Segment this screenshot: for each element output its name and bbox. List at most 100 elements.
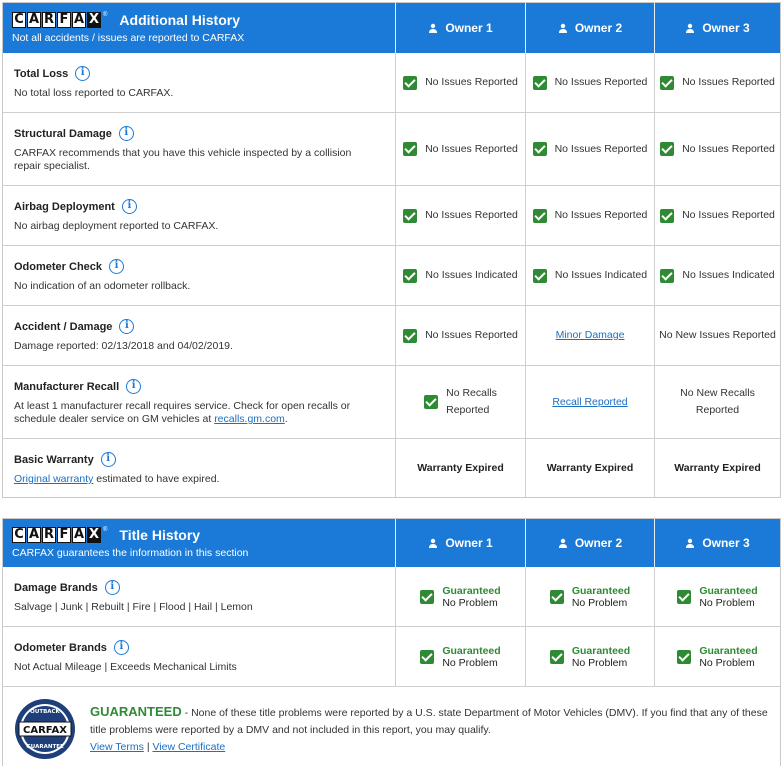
status-text: No Issues Indicated bbox=[682, 269, 775, 281]
status-text: No Issues Reported bbox=[425, 209, 518, 221]
guaranteed-status: Guaranteed No Problem bbox=[442, 644, 501, 669]
table-row-airbag-deployment: Airbag Deployment i No airbag deployment … bbox=[3, 186, 780, 246]
info-icon[interactable]: i bbox=[118, 126, 134, 141]
check-icon bbox=[403, 142, 418, 156]
check-icon bbox=[677, 649, 692, 664]
check-icon bbox=[677, 589, 692, 604]
guaranteed-status: Guaranteed No Problem bbox=[571, 644, 631, 669]
status-text: Warranty Expired bbox=[546, 461, 634, 474]
row-description: Damage reported: 02/13/2018 and 04/02/20… bbox=[14, 340, 233, 352]
info-icon[interactable]: i bbox=[75, 66, 91, 81]
carfax-logo: C A R F A X ® bbox=[12, 12, 107, 28]
carfax-logo: C A R F A X ® bbox=[12, 527, 107, 543]
row-description: Original warranty estimated to have expi… bbox=[14, 473, 220, 485]
title-history-table: C A R F A X ® Title History CARFAX guarantees … bbox=[2, 518, 781, 766]
row-label: Airbag Deployment bbox=[14, 200, 115, 213]
info-icon[interactable]: i bbox=[104, 580, 120, 595]
status-text: No Issues Reported bbox=[425, 329, 518, 341]
title-history-header: C A R F A X ® Title History CARFAX guarantees … bbox=[3, 519, 780, 567]
row-label: Manufacturer Recall bbox=[14, 380, 120, 393]
row-label: Accident / Damage bbox=[14, 320, 113, 333]
table-row-damage-brands: Damage Brands i Salvage | Junk | Rebuilt … bbox=[3, 567, 780, 627]
owner-3-header: Owner 3 bbox=[654, 519, 780, 567]
guarantee-footer: CARFAX OUTBACK GUARANTEE GUARANTEED - No… bbox=[3, 687, 780, 767]
status-text: No Issues Indicated bbox=[425, 269, 518, 281]
info-icon[interactable]: i bbox=[126, 379, 142, 394]
owner-2-header: Owner 2 bbox=[525, 519, 654, 567]
check-icon bbox=[549, 589, 564, 604]
info-icon[interactable]: i bbox=[121, 199, 137, 214]
check-icon bbox=[420, 589, 435, 604]
recalls-gm-link[interactable]: recalls.gm.com bbox=[214, 413, 285, 425]
row-label: Total Loss bbox=[14, 67, 69, 80]
view-terms-link[interactable]: View Terms bbox=[90, 741, 144, 753]
guaranteed-status: Guaranteed No Problem bbox=[442, 584, 501, 609]
status-text: No Issues Reported bbox=[425, 142, 518, 155]
row-description: CARFAX recommends that you have this veh… bbox=[14, 147, 352, 172]
check-icon bbox=[532, 208, 547, 223]
check-icon bbox=[660, 142, 675, 156]
owner-2-header: Owner 2 bbox=[525, 3, 654, 53]
guaranteed-heading: GUARANTEED bbox=[90, 704, 182, 719]
info-icon[interactable]: i bbox=[100, 452, 116, 467]
status-text: No New Issues Reported bbox=[659, 329, 776, 341]
owner-1-header: Owner 1 bbox=[395, 3, 525, 53]
table-row-total-loss: Total Loss i No total loss reported to CA… bbox=[3, 53, 780, 113]
row-label: Damage Brands bbox=[14, 581, 98, 594]
row-description: Salvage | Junk | Rebuilt | Fire | Flood … bbox=[14, 601, 253, 613]
view-certificate-link[interactable]: View Certificate bbox=[152, 741, 225, 753]
info-icon[interactable]: i bbox=[109, 259, 125, 274]
check-icon bbox=[420, 649, 435, 664]
section-title: Additional History bbox=[119, 12, 240, 28]
status-text: No Issues Reported bbox=[682, 209, 775, 221]
check-icon bbox=[660, 75, 675, 90]
check-icon bbox=[403, 268, 418, 283]
guaranteed-status: Guaranteed No Problem bbox=[699, 584, 758, 609]
check-icon bbox=[660, 208, 675, 223]
row-description: Not Actual Mileage | Exceeds Mechanical … bbox=[14, 661, 237, 673]
info-icon[interactable]: i bbox=[113, 640, 129, 655]
carfax-guarantee-seal-icon: CARFAX OUTBACK GUARANTEE bbox=[15, 699, 75, 759]
section-title: Title History bbox=[119, 527, 201, 543]
person-icon bbox=[686, 538, 695, 548]
table-row-accident-damage: Accident / Damage i Damage reported: 02/1… bbox=[3, 306, 780, 366]
status-text: No Issues Reported bbox=[682, 142, 775, 155]
original-warranty-link[interactable]: Original warranty bbox=[14, 473, 93, 485]
status-text: No Issues Reported bbox=[682, 76, 775, 88]
svg-text:CARFAX: CARFAX bbox=[23, 725, 67, 736]
row-description: No indication of an odometer rollback. bbox=[14, 280, 191, 292]
row-label: Odometer Brands bbox=[14, 641, 107, 654]
person-icon bbox=[558, 538, 567, 548]
row-description: At least 1 manufacturer recall requires … bbox=[14, 400, 351, 425]
person-icon bbox=[429, 23, 438, 33]
row-label: Basic Warranty bbox=[14, 453, 94, 466]
row-description: No airbag deployment reported to CARFAX. bbox=[14, 220, 219, 232]
additional-history-table: C A R F A X ® Additional History Not all accid… bbox=[2, 2, 781, 498]
recall-reported-link[interactable]: Recall Reported bbox=[552, 394, 627, 411]
check-icon bbox=[403, 208, 418, 223]
status-text: No Issues Reported bbox=[425, 76, 518, 88]
check-icon bbox=[424, 395, 439, 409]
guarantee-text: GUARANTEED - None of these title problem… bbox=[90, 704, 768, 753]
svg-text:GUARANTEE: GUARANTEE bbox=[26, 744, 64, 750]
row-description: No total loss reported to CARFAX. bbox=[14, 87, 174, 99]
info-icon[interactable]: i bbox=[119, 319, 135, 334]
additional-history-header: C A R F A X ® Additional History Not all accid… bbox=[3, 3, 780, 53]
status-text: Warranty Expired bbox=[674, 461, 761, 474]
table-row-odometer-check: Odometer Check i No indication of an odom… bbox=[3, 246, 780, 306]
person-icon bbox=[686, 23, 695, 33]
guaranteed-status: Guaranteed No Problem bbox=[571, 584, 631, 609]
check-icon bbox=[403, 75, 418, 90]
check-icon bbox=[532, 268, 547, 283]
check-icon bbox=[549, 649, 564, 664]
person-icon bbox=[429, 538, 438, 548]
status-text: No Issues Indicated bbox=[554, 269, 648, 281]
status-text: No Issues Reported bbox=[554, 142, 648, 155]
section-subtitle: Not all accidents / issues are reported … bbox=[12, 32, 245, 44]
check-icon bbox=[403, 328, 418, 343]
minor-damage-link[interactable]: Minor Damage bbox=[556, 327, 625, 344]
owner-1-header: Owner 1 bbox=[395, 519, 525, 567]
status-text: Warranty Expired bbox=[417, 461, 504, 474]
owner-3-header: Owner 3 bbox=[654, 3, 780, 53]
additional-history-title-block: C A R F A X ® Additional History Not all accid… bbox=[3, 3, 395, 53]
